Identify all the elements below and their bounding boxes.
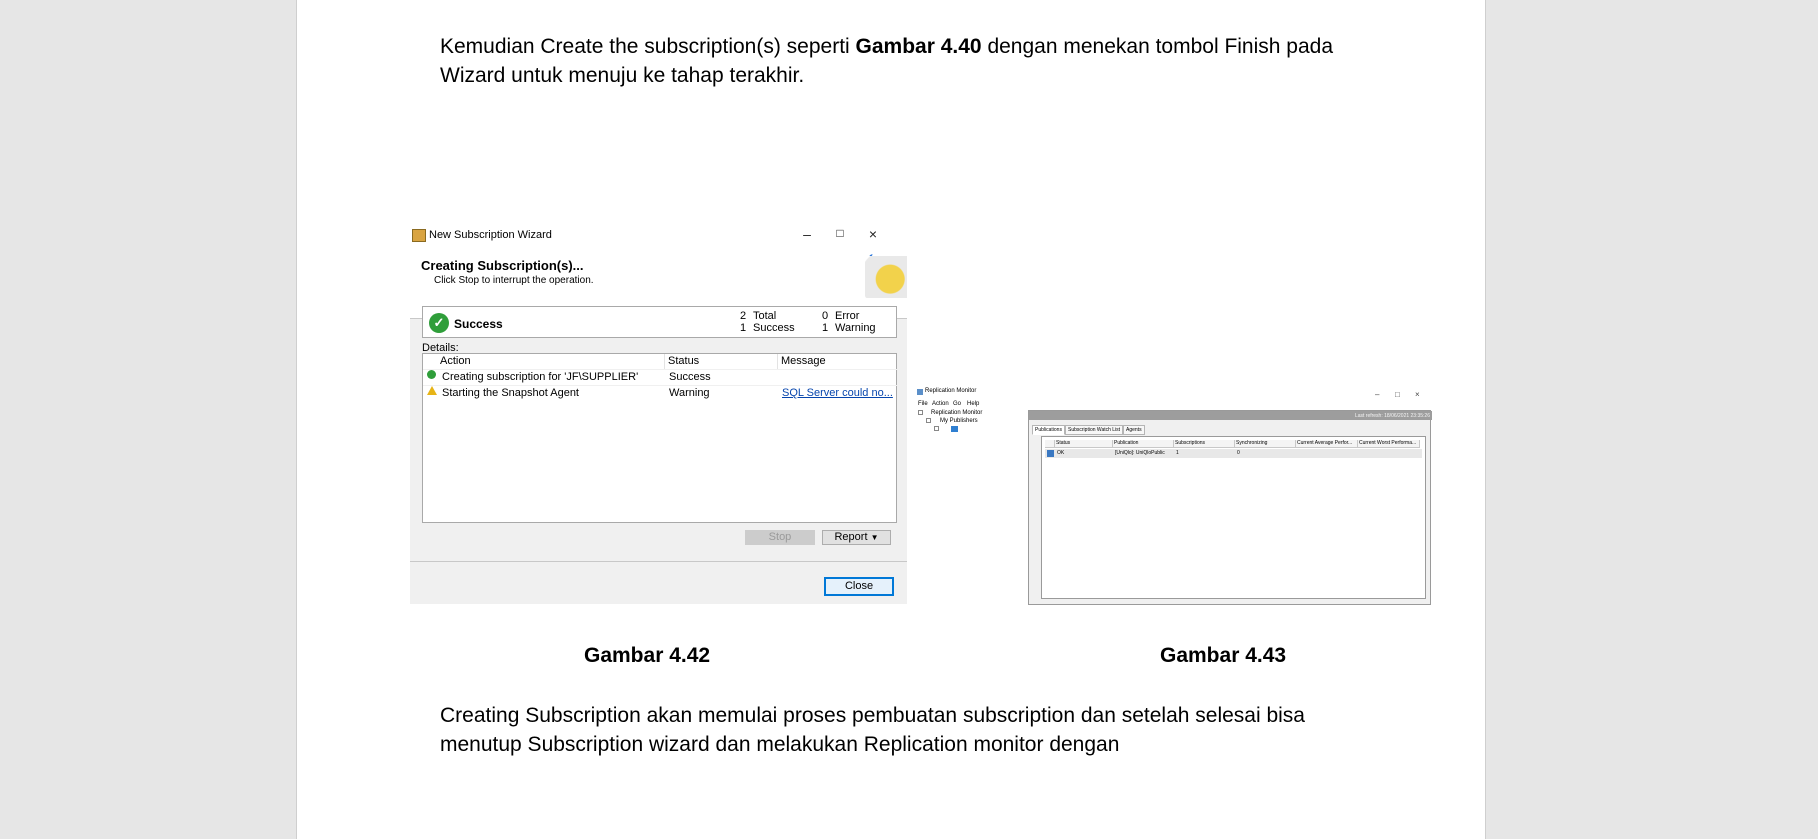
close-icon[interactable]: × — [865, 226, 881, 242]
row-publication: [UniQlo]: UniQloPublic — [1115, 450, 1165, 456]
row-message-link[interactable]: SQL Server could no... — [782, 386, 893, 401]
document-page: Kemudian Create the subscription(s) sepe… — [296, 0, 1486, 839]
row-synchronizing: 0 — [1237, 450, 1240, 456]
table-row[interactable]: OK [UniQlo]: UniQloPublic 1 0 — [1045, 449, 1422, 458]
wizard-banner-icon — [865, 256, 907, 298]
row-action: Creating subscription for 'JF\SUPPLIER' — [442, 371, 639, 383]
publication-icon — [1047, 450, 1054, 457]
tree-root[interactable]: Replication Monitor — [931, 410, 982, 416]
status-summary: ✓ Success 2 Total 1 Success 0 Error 1 Wa… — [422, 306, 897, 338]
publications-pane: Last refresh: 18/06/2021 23:35:26 Public… — [1028, 410, 1432, 605]
row-status: Success — [669, 371, 711, 383]
warning-count: 1 — [822, 322, 829, 334]
menu-help[interactable]: Help — [967, 401, 979, 407]
footer-divider — [410, 561, 907, 562]
success-label: Success — [753, 322, 795, 334]
server-node-icon[interactable] — [951, 426, 958, 432]
maximize-icon[interactable]: □ — [832, 226, 848, 240]
check-circle-icon: ✓ — [429, 313, 449, 333]
menu-file[interactable]: File — [918, 401, 928, 407]
intro-text-1: Kemudian Create the subscription(s) sepe… — [440, 35, 856, 58]
maximize-icon[interactable]: □ — [1395, 390, 1400, 399]
column-header-status[interactable]: Status — [1055, 440, 1113, 448]
success-count: 1 — [740, 322, 747, 334]
menu-action[interactable]: Action — [932, 401, 949, 407]
wizard-app-icon — [412, 229, 426, 242]
stop-button[interactable]: Stop — [745, 530, 815, 545]
tree-expand-icon[interactable] — [934, 426, 939, 431]
menu-go[interactable]: Go — [953, 401, 961, 407]
total-label: Total — [753, 310, 777, 322]
row-action: Starting the Snapshot Agent — [442, 387, 579, 399]
tree-publishers[interactable]: My Publishers — [940, 418, 978, 424]
wizard-window-title: New Subscription Wizard — [429, 229, 552, 241]
warning-label: Warning — [835, 322, 876, 334]
minimize-icon[interactable]: – — [1375, 390, 1379, 399]
success-icon — [427, 370, 436, 379]
column-header-message[interactable]: Message — [778, 354, 898, 369]
figure-caption-4-43: Gambar 4.43 — [1160, 644, 1287, 667]
row-status: Warning — [669, 387, 710, 399]
status-label: Success — [454, 317, 503, 331]
paragraph-intro: Kemudian Create the subscription(s) sepe… — [440, 32, 1380, 90]
rm-window-title: Replication Monitor — [925, 388, 977, 394]
wizard-heading: Creating Subscription(s)... — [421, 258, 584, 273]
table-row[interactable]: Starting the Snapshot Agent Warning SQL … — [423, 385, 898, 400]
tree-expand-icon[interactable] — [918, 410, 923, 415]
chevron-down-icon: ▼ — [870, 533, 879, 542]
table-row[interactable]: Creating subscription for 'JF\SUPPLIER' … — [423, 369, 898, 384]
warning-icon — [427, 386, 437, 395]
row-status: OK — [1057, 450, 1065, 456]
status-bar: Last refresh: 18/06/2021 23:35:26 — [1029, 411, 1432, 420]
column-header-action[interactable]: Action — [437, 354, 665, 369]
close-icon[interactable]: × — [1415, 390, 1420, 399]
report-label: Report — [834, 531, 868, 543]
column-header-synchronizing[interactable]: Synchronizing — [1235, 440, 1296, 448]
tab-publications[interactable]: Publications — [1032, 425, 1065, 435]
total-count: 2 — [740, 310, 747, 322]
details-grid[interactable]: Action Status Message Creating subscript… — [422, 353, 898, 523]
column-header-icon[interactable] — [1045, 440, 1055, 448]
publications-grid[interactable]: Status Publication Subscriptions Synchro… — [1041, 436, 1426, 599]
wizard-subheading: Click Stop to interrupt the operation. — [434, 275, 594, 286]
column-header-status[interactable]: Status — [665, 354, 778, 369]
subscription-wizard-screenshot: New Subscription Wizard – □ × Creating S… — [410, 222, 907, 604]
wizard-titlebar: New Subscription Wizard – □ × — [410, 222, 907, 248]
replication-monitor-app-icon — [917, 389, 923, 395]
minimize-icon[interactable]: – — [799, 226, 815, 242]
column-header-subscriptions[interactable]: Subscriptions — [1174, 440, 1235, 448]
last-refresh: Last refresh: 18/06/2021 23:35:26 — [1354, 413, 1430, 419]
replication-monitor-screenshot: Replication Monitor – □ × File Action Go… — [917, 383, 1432, 605]
error-count: 0 — [822, 310, 829, 322]
close-button[interactable]: Close — [824, 577, 894, 596]
tree-expand-icon[interactable] — [926, 418, 931, 423]
column-header-average-performance[interactable]: Current Average Perfor... — [1296, 440, 1358, 448]
tab-subscription-watch-list[interactable]: Subscription Watch List — [1065, 425, 1124, 435]
tab-agents[interactable]: Agents — [1123, 425, 1145, 435]
figure-caption-4-42: Gambar 4.42 — [584, 644, 711, 667]
column-header-worst-performance[interactable]: Current Worst Performa... — [1358, 440, 1420, 448]
figure-reference: Gambar 4.40 — [855, 35, 982, 58]
report-button[interactable]: Report ▼ — [822, 530, 891, 545]
paragraph-conclusion: Creating Subscription akan memulai prose… — [440, 704, 1305, 756]
row-subscriptions: 1 — [1176, 450, 1179, 456]
column-header-publication[interactable]: Publication — [1113, 440, 1174, 448]
error-label: Error — [835, 310, 860, 322]
